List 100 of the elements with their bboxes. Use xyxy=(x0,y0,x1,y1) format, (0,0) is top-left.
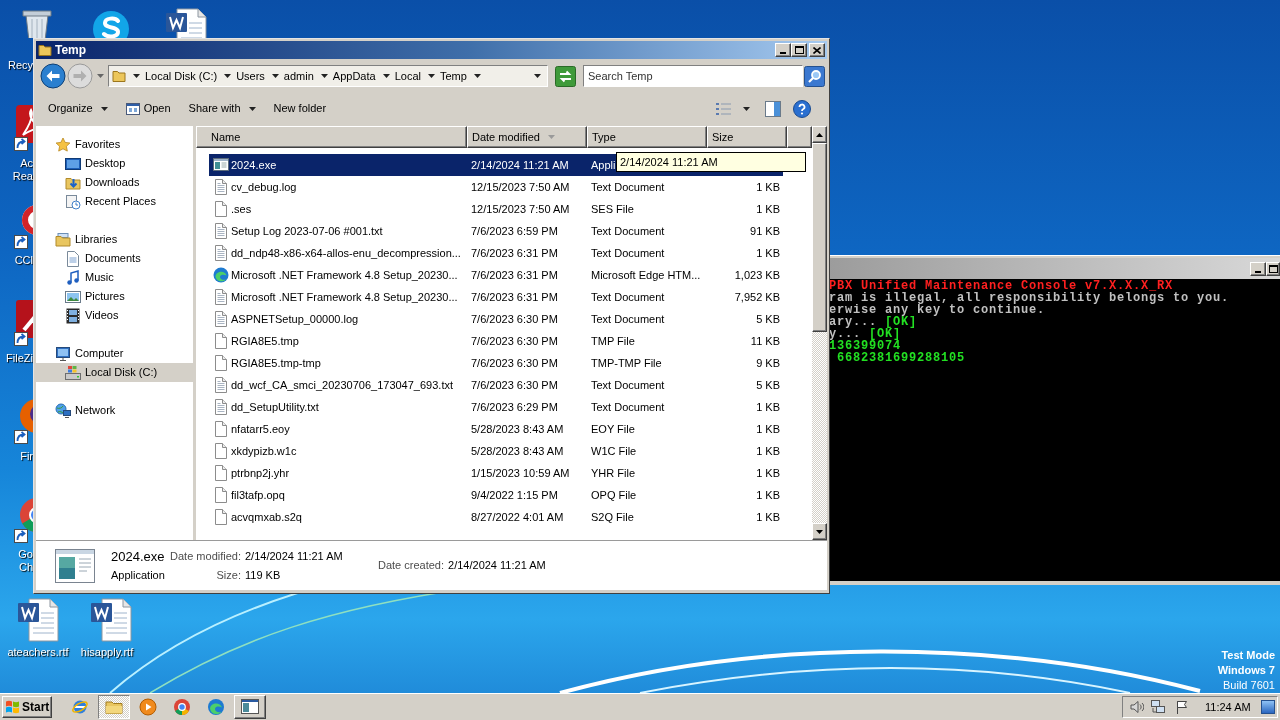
file-type: Text Document xyxy=(591,290,665,303)
file-row[interactable]: xkdypizb.w1c 5/28/2023 8:43 AM W1C File 1 KB xyxy=(209,440,783,462)
nav-item[interactable]: Libraries xyxy=(36,230,193,249)
folder-icon xyxy=(38,43,52,57)
file-size: 1 KB xyxy=(756,444,780,458)
file-row[interactable]: RGIA8E5.tmp-tmp 7/6/2023 6:30 PM TMP-TMP File 9 KB xyxy=(209,352,783,374)
breadcrumb[interactable]: admin xyxy=(283,69,314,83)
search-field[interactable]: Search Temp xyxy=(583,65,803,87)
file-row[interactable]: Setup Log 2023-07-06 #001.txt 7/6/2023 6:59 PM Text Document 91 KB xyxy=(209,220,783,242)
document-icon xyxy=(213,509,229,525)
breadcrumb[interactable]: AppData xyxy=(332,69,376,83)
maximize-button[interactable] xyxy=(1266,261,1280,276)
film-strip-icon xyxy=(65,307,81,324)
scroll-up-button[interactable] xyxy=(812,126,827,143)
nav-item[interactable]: Videos xyxy=(36,306,193,325)
file-type: Text Document xyxy=(591,246,665,259)
scroll-down-button[interactable] xyxy=(812,523,827,540)
show-desktop-button[interactable] xyxy=(1261,700,1275,714)
file-size: 1,023 KB xyxy=(734,268,780,282)
file-row[interactable]: ptrbnp2j.yhr 1/15/2023 10:59 AM YHR File 1 KB xyxy=(209,462,783,484)
text-document-icon xyxy=(213,245,229,261)
open-button[interactable]: Open xyxy=(119,96,177,121)
toolbar-button[interactable]: New folder xyxy=(267,96,333,121)
desktop-notice: Windows 7 xyxy=(1217,663,1275,678)
file-row[interactable]: ASPNETSetup_00000.log 7/6/2023 6:30 PM Text Document 5 KB xyxy=(209,308,783,330)
column-header[interactable]: Type xyxy=(587,126,707,148)
column-header[interactable]: Size xyxy=(707,126,787,148)
file-name: dd_SetupUtility.txt xyxy=(231,400,319,414)
help-icon xyxy=(793,99,811,118)
nav-item[interactable]: Local Disk (C:) xyxy=(36,363,193,382)
date-modified: 1/15/2023 10:59 AM xyxy=(471,466,570,479)
application-icon xyxy=(55,548,95,583)
swirl-icon xyxy=(207,698,225,716)
nav-item[interactable]: Recent Places xyxy=(36,192,193,211)
file-row[interactable]: Microsoft .NET Framework 4.8 Setup_20230... 7/6/2023 6:31 PM Microsoft Edge HTM... 1,023 KB xyxy=(209,264,783,286)
nav-item[interactable]: Desktop xyxy=(36,154,193,173)
desktop-icon-label: Go Ch xyxy=(17,548,33,574)
file-size: 11 KB xyxy=(750,334,780,348)
file-row[interactable]: nfatarr5.eoy 5/28/2023 8:43 AM EOY File 1 KB xyxy=(209,418,783,440)
document-icon[interactable] xyxy=(15,597,61,643)
file-row[interactable]: dd_ndp48-x86-x64-allos-enu_decompression... 7/6/2023 6:31 PM Text Document 1 KB xyxy=(209,242,783,264)
file-name: ASPNETSetup_00000.log xyxy=(231,312,359,326)
nav-item[interactable]: Pictures xyxy=(36,287,193,306)
file-row[interactable]: dd_wcf_CA_smci_20230706_173047_693.txt 7/6/2023 6:30 PM Text Document 5 KB xyxy=(209,374,783,396)
file-row[interactable]: acvqmxab.s2q 8/27/2022 4:01 AM S2Q File 1 KB xyxy=(209,506,783,528)
file-row[interactable]: fil3tafp.opq 9/4/2022 1:15 PM OPQ File 1 KB xyxy=(209,484,783,506)
column-header[interactable]: Name xyxy=(196,126,467,148)
document-icon xyxy=(213,443,229,459)
console-line: PBX Unified Maintenance Console v7.X.X.X_RX xyxy=(829,280,1174,292)
property-label: Size: xyxy=(216,568,241,582)
breadcrumb[interactable]: Temp xyxy=(439,69,467,83)
maximize-button[interactable] xyxy=(791,43,807,57)
breadcrumb[interactable]: Users xyxy=(236,69,265,83)
search-button[interactable] xyxy=(804,65,825,87)
close-button[interactable] xyxy=(809,43,825,57)
column-header[interactable]: Date modified xyxy=(467,126,587,148)
document-icon xyxy=(213,421,229,437)
nav-item[interactable]: Computer xyxy=(36,344,193,363)
nav-item[interactable]: Documents xyxy=(36,249,193,268)
file-type: SES File xyxy=(591,202,634,215)
file-name: ptrbnp2j.yhr xyxy=(231,466,290,480)
console-line: ary... [OK] xyxy=(829,316,918,328)
folder-icon xyxy=(112,69,126,83)
desktop-notice: Build 7601 xyxy=(1223,678,1275,693)
nav-item[interactable]: Network xyxy=(36,401,193,420)
address-bar[interactable]: Local Disk (C:) Users admin AppData Local Temp xyxy=(108,65,548,87)
file-row[interactable]: Microsoft .NET Framework 4.8 Setup_20230... 7/6/2023 6:31 PM Text Document 7,952 KB xyxy=(209,286,783,308)
minimize-button[interactable] xyxy=(1250,261,1266,276)
file-type: W1C File xyxy=(591,444,637,457)
maximize-icon xyxy=(1268,264,1278,273)
clock: 11:24 AM xyxy=(1205,699,1251,715)
file-size: 1 KB xyxy=(756,422,780,436)
nav-item[interactable]: Music xyxy=(36,268,193,287)
document-icon[interactable] xyxy=(88,597,134,643)
nav-item[interactable]: Downloads xyxy=(36,173,193,192)
file-size: 1 KB xyxy=(756,510,780,524)
nav-item[interactable]: Favorites xyxy=(36,135,193,154)
document-icon xyxy=(213,201,229,217)
caret-icon xyxy=(533,74,541,78)
file-row[interactable]: .ses 12/15/2023 7:50 AM SES File 1 KB xyxy=(209,198,783,220)
scrollbar-thumb[interactable] xyxy=(812,143,827,332)
file-row[interactable]: cv_debug.log 12/15/2023 7:50 AM Text Document 1 KB xyxy=(209,176,783,198)
breadcrumb[interactable]: Local xyxy=(394,69,421,83)
refresh-button[interactable] xyxy=(555,65,576,87)
network-icon xyxy=(1150,699,1166,715)
menu-button[interactable]: Organize xyxy=(42,96,114,121)
minimize-button[interactable] xyxy=(775,43,791,57)
file-row[interactable]: dd_SetupUtility.txt 7/6/2023 6:29 PM Text Document 1 KB xyxy=(209,396,783,418)
star-icon xyxy=(55,136,71,153)
date-modified: 5/28/2023 8:43 AM xyxy=(471,422,564,435)
preview-pane-icon xyxy=(765,100,781,117)
breadcrumb[interactable]: Local Disk (C:) xyxy=(145,69,218,83)
ring-globe-icon xyxy=(71,698,89,716)
music-note-icon xyxy=(65,269,81,286)
menu-button[interactable]: Share with xyxy=(182,96,262,121)
file-type: TMP File xyxy=(591,334,635,347)
back-button[interactable] xyxy=(40,63,66,89)
file-row[interactable]: RGIA8E5.tmp 7/6/2023 6:30 PM TMP File 11 KB xyxy=(209,330,783,352)
start-button[interactable]: Start xyxy=(2,696,52,718)
close-icon xyxy=(813,46,821,54)
